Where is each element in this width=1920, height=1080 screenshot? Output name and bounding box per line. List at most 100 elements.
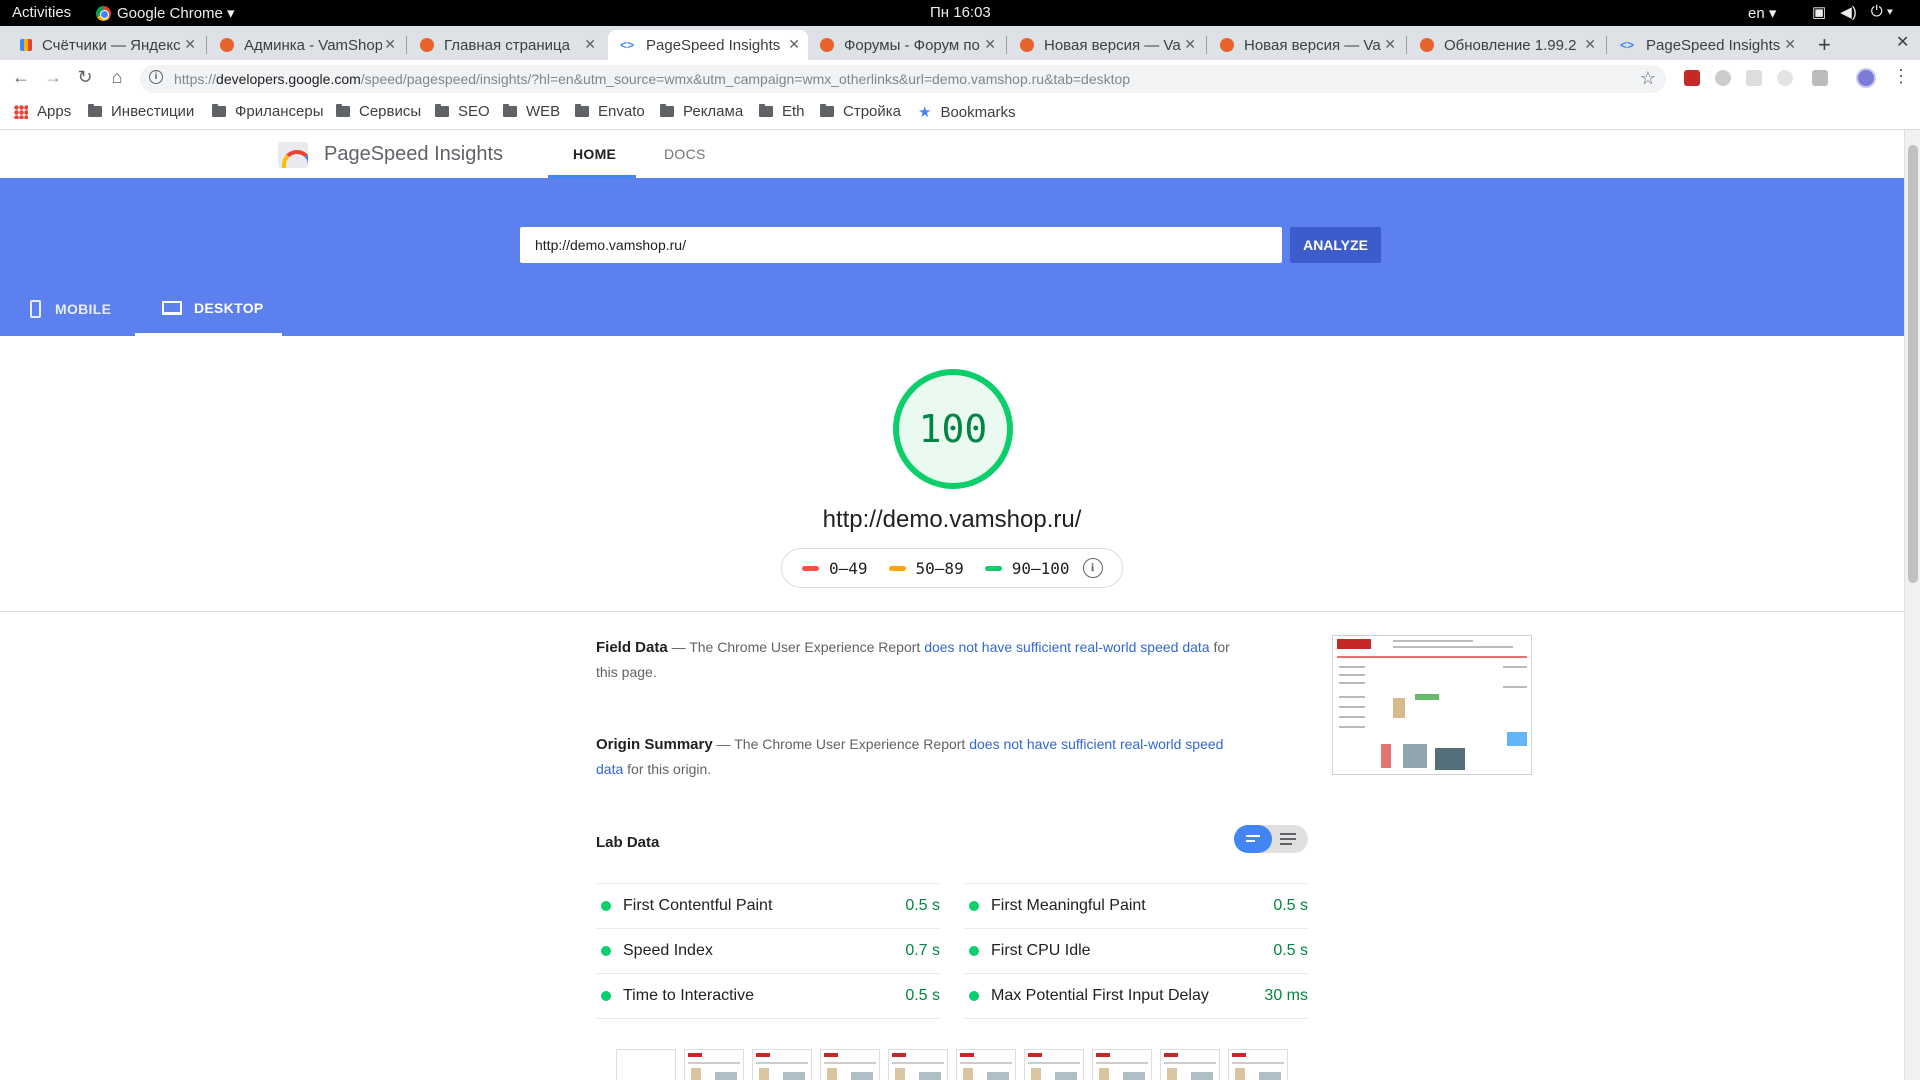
window-icon: ▣ <box>1812 4 1827 21</box>
close-tab-icon[interactable]: ✕ <box>1784 36 1796 53</box>
tab-forums[interactable]: Форумы - Форум по ✕ <box>808 30 1004 60</box>
extension-circle-icon[interactable] <box>1777 70 1793 86</box>
metric-value: 0.5 s <box>905 897 940 914</box>
bookmark-folder[interactable]: Фрилансеры <box>212 103 323 120</box>
bookmarks-bar: Apps Инвестиции Фрилансеры Сервисы SEO W… <box>0 98 1920 130</box>
yandex-favicon-icon <box>20 39 32 51</box>
tab-yandex-counters[interactable]: Счётчики — Яндекс ✕ <box>8 30 204 60</box>
metric-name: First Contentful Paint <box>623 897 773 914</box>
tab-title: Счётчики — Яндекс <box>42 36 180 54</box>
field-data-section: Field Data — The Chrome User Experience … <box>596 639 1230 680</box>
pagespeed-logo-icon[interactable] <box>278 142 308 168</box>
tab-desktop[interactable]: DESKTOP <box>162 300 264 316</box>
extension-grid-icon[interactable] <box>1746 70 1762 86</box>
reload-icon[interactable]: ↻ <box>74 67 96 88</box>
compact-view-icon[interactable] <box>1234 825 1272 853</box>
window-close-icon[interactable]: ✕ <box>1896 32 1909 52</box>
psi-title[interactable]: PageSpeed Insights <box>324 143 503 166</box>
tab-vamshop-admin[interactable]: Админка - VamShop ✕ <box>208 30 404 60</box>
extension-red-icon[interactable] <box>1684 70 1700 86</box>
folder-icon <box>503 104 517 117</box>
nav-home[interactable]: HOME <box>573 146 616 162</box>
tab-title: Главная страница <box>444 36 570 54</box>
analyze-hero: ANALYZE MOBILE DESKTOP <box>0 178 1904 336</box>
chrome-menu-icon[interactable]: ⋮ <box>1892 66 1910 87</box>
close-tab-icon[interactable]: ✕ <box>384 36 396 53</box>
forward-arrow-icon[interactable]: → <box>42 67 64 88</box>
origin-summary-heading: Origin Summary <box>596 736 713 753</box>
field-data-link[interactable]: does not have sufficient real-world spee… <box>924 639 1209 655</box>
filmstrip-frame <box>684 1049 744 1080</box>
metric-name: Speed Index <box>623 942 713 959</box>
close-tab-icon[interactable]: ✕ <box>184 36 196 53</box>
home-icon[interactable]: ⌂ <box>106 67 128 88</box>
vamshop-favicon-icon <box>220 38 234 52</box>
close-tab-icon[interactable]: ✕ <box>584 36 596 53</box>
address-url[interactable]: https://developers.google.com/speed/page… <box>174 71 1130 87</box>
new-tab-button[interactable]: + <box>1818 32 1831 58</box>
site-info-icon[interactable]: i <box>149 70 163 84</box>
clock[interactable]: Пн 16:03 <box>930 4 991 21</box>
bookmark-apps[interactable]: Apps <box>14 103 71 120</box>
metrics-view-toggle[interactable] <box>1234 825 1308 853</box>
tab-pagespeed-active[interactable]: <> PageSpeed Insights ✕ <box>608 30 808 60</box>
bookmark-star[interactable]: ★ Bookmarks <box>918 103 1015 122</box>
phone-icon <box>30 300 41 318</box>
tab-new-version-1[interactable]: Новая версия — Va ✕ <box>1008 30 1204 60</box>
close-tab-icon[interactable]: ✕ <box>1184 36 1196 53</box>
bookmark-folder[interactable]: Реклама <box>660 103 743 120</box>
back-arrow-icon[interactable]: ← <box>10 67 32 88</box>
metric-value: 0.7 s <box>905 942 940 959</box>
system-tray[interactable]: ▣ ◀) ⏻ ▾ <box>1812 3 1893 21</box>
filmstrip-frame <box>888 1049 948 1080</box>
pass-dot-icon <box>969 946 979 956</box>
close-tab-icon[interactable]: ✕ <box>984 36 996 53</box>
close-tab-icon[interactable]: ✕ <box>1384 36 1396 53</box>
filmstrip-frame <box>752 1049 812 1080</box>
vamshop-favicon-icon <box>820 38 834 52</box>
psi-header: PageSpeed Insights HOME DOCS <box>0 130 1904 178</box>
profile-avatar[interactable] <box>1856 68 1876 88</box>
close-tab-icon[interactable]: ✕ <box>788 36 800 53</box>
info-icon[interactable]: i <box>1082 558 1103 578</box>
vamshop-favicon-icon <box>1220 38 1234 52</box>
laptop-icon <box>162 301 182 315</box>
tab-update[interactable]: Обновление 1.99.2 ✕ <box>1408 30 1604 60</box>
tab-new-version-2[interactable]: Новая версия — Va ✕ <box>1208 30 1404 60</box>
tab-main-page[interactable]: Главная страница ✕ <box>408 30 604 60</box>
app-menu-label: Google Chrome ▾ <box>117 5 235 22</box>
field-data-heading: Field Data <box>596 639 668 656</box>
vamshop-favicon-icon <box>1020 38 1034 52</box>
page-scrollbar[interactable] <box>1904 130 1920 1080</box>
filmstrip-frame <box>616 1049 676 1080</box>
scrollbar-thumb[interactable] <box>1908 145 1918 583</box>
bookmark-star-icon[interactable]: ☆ <box>1640 68 1656 89</box>
bookmark-folder[interactable]: Eth <box>759 103 805 120</box>
address-bar[interactable]: i https://developers.google.com/speed/pa… <box>140 65 1666 93</box>
bookmark-folder[interactable]: Стройка <box>820 103 901 120</box>
performance-score-gauge: 100 <box>893 369 1013 489</box>
legend-item-pass: 90–100 <box>984 559 1070 578</box>
bookmark-folder[interactable]: WEB <box>503 103 560 120</box>
activities-button[interactable]: Activities <box>12 4 71 21</box>
origin-summary-section: Origin Summary — The Chrome User Experie… <box>596 736 1224 777</box>
system-top-bar: Activities Google Chrome ▾ Пн 16:03 en ▾… <box>0 0 1920 26</box>
folder-icon <box>336 104 350 117</box>
tab-pagespeed-2[interactable]: <> PageSpeed Insights ✕ <box>1608 30 1804 60</box>
tab-mobile[interactable]: MOBILE <box>30 300 111 318</box>
bookmark-folder[interactable]: Сервисы <box>336 103 421 120</box>
url-input[interactable] <box>520 227 1282 263</box>
keyboard-layout-indicator[interactable]: en ▾ <box>1748 4 1776 22</box>
close-tab-icon[interactable]: ✕ <box>1584 36 1596 53</box>
bookmark-folder[interactable]: Envato <box>575 103 645 120</box>
nav-docs[interactable]: DOCS <box>664 146 706 162</box>
folder-icon <box>212 104 226 117</box>
analyze-button[interactable]: ANALYZE <box>1290 227 1381 263</box>
camera-icon[interactable] <box>1812 70 1828 86</box>
extension-globe-icon[interactable] <box>1715 70 1731 86</box>
bookmark-folder[interactable]: SEO <box>435 103 490 120</box>
app-menu[interactable]: Google Chrome ▾ <box>96 4 235 22</box>
page-viewport: PageSpeed Insights HOME DOCS ANALYZE MOB… <box>0 130 1904 1080</box>
apps-grid-icon <box>14 104 28 119</box>
bookmark-folder[interactable]: Инвестиции <box>88 103 194 120</box>
